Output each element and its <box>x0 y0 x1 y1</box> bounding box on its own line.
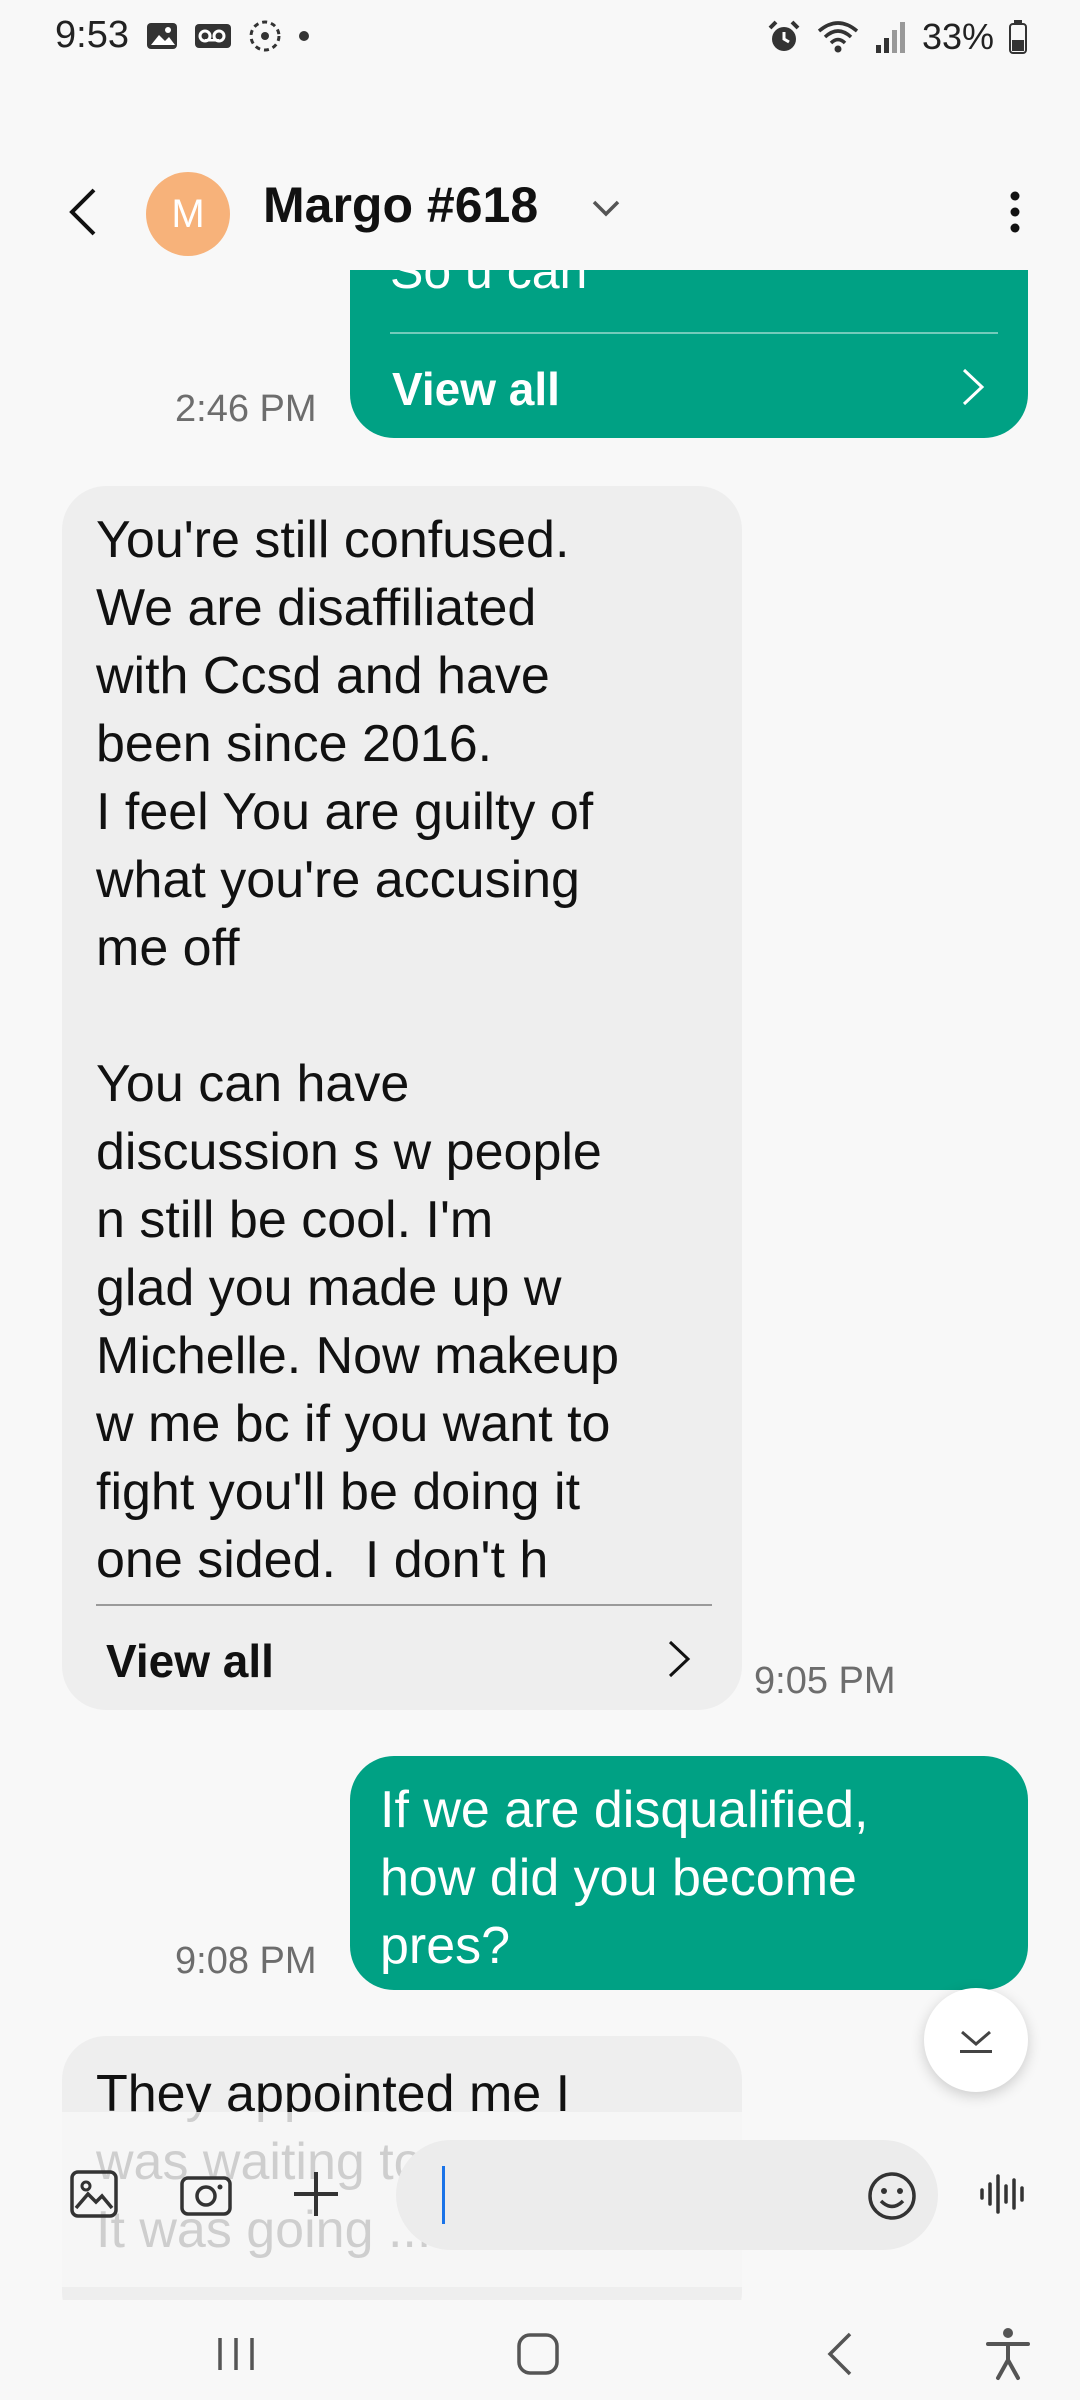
home-icon <box>517 2333 559 2375</box>
wifi-icon <box>817 21 859 53</box>
view-all-button[interactable]: View all <box>106 1634 274 1688</box>
message-timestamp: 9:05 PM <box>754 1660 896 1702</box>
view-all-chevron[interactable] <box>664 1634 694 1684</box>
contact-avatar[interactable]: M <box>146 172 230 256</box>
camera-icon <box>180 2176 232 2216</box>
battery-icon <box>1009 20 1027 54</box>
message-text: You're still confused. We are disaffilia… <box>96 511 620 1589</box>
notification-icons <box>145 18 311 54</box>
system-navigation-bar <box>0 2300 1080 2400</box>
voicemail-notification-icon <box>195 24 231 48</box>
status-time: 9:53 <box>55 14 129 56</box>
more-notifications-dot-icon <box>299 31 309 41</box>
conversation-header: M Margo #618 <box>0 160 1080 270</box>
message-timestamp: 9:08 PM <box>175 1940 317 1982</box>
chevron-down-icon <box>592 200 620 217</box>
message-input[interactable] <box>396 2140 938 2250</box>
attach-button[interactable] <box>286 2164 346 2224</box>
voice-message-button[interactable] <box>974 2164 1034 2224</box>
recent-apps-button[interactable] <box>206 2324 266 2384</box>
back-icon <box>827 2332 852 2376</box>
plus-icon <box>294 2172 338 2216</box>
chevron-right-icon <box>962 368 985 406</box>
more-vertical-icon <box>1010 191 1020 233</box>
bubble-divider <box>96 1604 712 1606</box>
sent-message-bubble[interactable]: So u can View all <box>350 270 1028 438</box>
chevron-down-icon <box>960 2030 992 2053</box>
message-text: If we are disqualified, how did you beco… <box>380 1781 869 1975</box>
more-options-button[interactable] <box>1000 182 1030 242</box>
message-composer <box>0 2112 1080 2287</box>
status-bar: 9:53 33% <box>0 0 1080 80</box>
chevron-right-icon <box>668 1640 691 1678</box>
scroll-to-bottom-button[interactable] <box>924 1988 1028 2092</box>
system-status-icons: 33% <box>766 16 1028 58</box>
image-icon <box>70 2170 118 2218</box>
bubble-divider <box>390 332 998 334</box>
signal-icon <box>875 22 905 53</box>
alarm-icon <box>768 20 800 51</box>
sync-notification-icon <box>249 20 281 52</box>
view-all-button[interactable]: View all <box>392 362 560 416</box>
battery-percentage: 33% <box>921 16 994 57</box>
emoji-button[interactable] <box>862 2166 922 2226</box>
back-arrow-icon <box>69 188 96 236</box>
home-button[interactable] <box>508 2324 568 2384</box>
nav-back-button[interactable] <box>812 2324 872 2384</box>
accessibility-icon <box>986 2328 1030 2380</box>
emoji-icon <box>868 2172 916 2220</box>
gallery-notification-icon <box>147 23 177 49</box>
contact-dropdown-button[interactable] <box>588 190 624 226</box>
view-all-chevron[interactable] <box>958 362 988 412</box>
camera-button[interactable] <box>176 2164 236 2224</box>
text-cursor <box>442 2166 445 2224</box>
message-text: So u can <box>390 270 588 299</box>
sent-message-bubble[interactable]: If we are disqualified, how did you beco… <box>350 1756 1028 1990</box>
received-message-bubble[interactable]: You're still confused. We are disaffilia… <box>62 486 742 1710</box>
message-timestamp: 2:46 PM <box>175 388 317 430</box>
contact-name[interactable]: Margo #618 <box>263 176 538 234</box>
voice-waveform-icon <box>980 2174 1024 2214</box>
accessibility-button[interactable] <box>978 2324 1038 2384</box>
recent-apps-icon <box>218 2338 254 2370</box>
gallery-button[interactable] <box>64 2164 124 2224</box>
back-button[interactable] <box>60 182 110 242</box>
